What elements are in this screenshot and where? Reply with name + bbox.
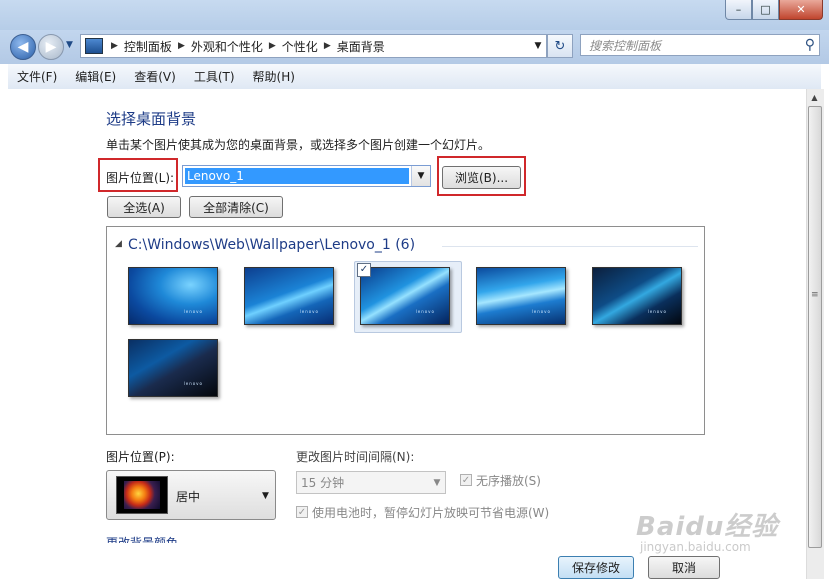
picture-location-select[interactable]: Lenovo_1 ▼ xyxy=(182,165,431,187)
baidu-watermark: Baidu经验 xyxy=(636,512,779,542)
scroll-up-icon[interactable]: ▲ xyxy=(806,89,823,106)
group-divider xyxy=(442,246,698,247)
menu-file[interactable]: 文件(F) xyxy=(8,68,66,85)
shuffle-label: 无序播放(S) xyxy=(476,474,541,488)
refresh-icon: ↻ xyxy=(554,38,566,54)
arrow-right-icon: ▶ xyxy=(45,39,57,55)
wallpaper-logo-text: lenovo xyxy=(183,309,203,314)
picture-position-value: 居中 xyxy=(176,490,201,504)
battery-pause-label: 使用电池时，暂停幻灯片放映可节省电源(W) xyxy=(312,506,550,520)
highlight-box-browse xyxy=(437,156,526,196)
chevron-down-icon[interactable]: ▼ xyxy=(429,478,445,488)
forward-button[interactable]: ▶ xyxy=(38,34,64,60)
watermark-url: jingyan.baidu.com xyxy=(640,540,751,554)
wallpaper-logo-text: lenovo xyxy=(647,309,667,314)
change-background-color-link[interactable]: 更改背景颜色 xyxy=(106,536,178,543)
refresh-button[interactable]: ↻ xyxy=(547,34,573,58)
interval-value: 15 分钟 xyxy=(301,476,345,490)
chevron-down-icon[interactable]: ▼ xyxy=(262,491,269,501)
address-dropdown-icon[interactable]: ▼ xyxy=(530,41,546,51)
menu-tools[interactable]: 工具(T) xyxy=(185,68,244,85)
recent-pages-dropdown[interactable]: ▼ xyxy=(66,40,73,50)
chevron-down-icon[interactable]: ▼ xyxy=(411,166,430,186)
save-changes-button[interactable]: 保存修改 xyxy=(558,556,634,579)
breadcrumb-desktop-background[interactable]: 桌面背景 xyxy=(333,38,389,55)
title-bar xyxy=(0,0,829,30)
highlight-box-location xyxy=(98,158,178,192)
chevron-right-icon[interactable]: ▶ xyxy=(267,41,278,51)
close-button[interactable]: ✕ xyxy=(779,0,823,20)
interval-select[interactable]: 15 分钟 ▼ xyxy=(296,471,446,494)
breadcrumb-personalization[interactable]: 个性化 xyxy=(278,38,322,55)
flower-preview-image xyxy=(124,481,160,509)
clear-all-button[interactable]: 全部清除(C) xyxy=(189,196,283,218)
back-button[interactable]: ◀ xyxy=(10,34,36,60)
maximize-button[interactable]: □ xyxy=(752,0,779,20)
page-description: 单击某个图片使其成为您的桌面背景，或选择多个图片创建一个幻灯片。 xyxy=(106,138,491,152)
wallpaper-thumbnail-4[interactable]: lenovo xyxy=(476,267,566,325)
cancel-button[interactable]: 取消 xyxy=(648,556,720,579)
wallpaper-thumbnail-2[interactable]: lenovo xyxy=(244,267,334,325)
breadcrumb-control-panel[interactable]: 控制面板 xyxy=(120,38,176,55)
page-title: 选择桌面背景 xyxy=(106,110,197,128)
scrollbar-grip-icon: ≡ xyxy=(811,290,819,300)
wallpaper-thumbnail-6[interactable]: lenovo xyxy=(128,339,218,397)
address-bar[interactable]: ▶ 控制面板 ▶ 外观和个性化 ▶ 个性化 ▶ 桌面背景 ▼ xyxy=(80,34,547,58)
chevron-right-icon[interactable]: ▶ xyxy=(109,41,120,51)
interval-label: 更改图片时间间隔(N): xyxy=(296,450,415,464)
breadcrumb-appearance[interactable]: 外观和个性化 xyxy=(187,38,267,55)
chevron-right-icon[interactable]: ▶ xyxy=(176,41,187,51)
wallpaper-logo-text: lenovo xyxy=(531,309,551,314)
wallpaper-logo-text: lenovo xyxy=(415,309,435,314)
chevron-right-icon[interactable]: ▶ xyxy=(322,41,333,51)
wallpaper-group-title[interactable]: C:\Windows\Web\Wallpaper\Lenovo_1 (6) xyxy=(128,237,415,253)
caption-buttons: – □ ✕ xyxy=(725,0,823,20)
wallpaper-logo-text: lenovo xyxy=(299,309,319,314)
wallpaper-thumbnail-5[interactable]: lenovo xyxy=(592,267,682,325)
picture-location-value: Lenovo_1 xyxy=(185,168,409,184)
wallpaper-thumbnail-3[interactable]: lenovo xyxy=(360,267,450,325)
search-input[interactable]: 搜索控制面板 xyxy=(580,34,820,56)
menu-view[interactable]: 查看(V) xyxy=(125,68,185,85)
shuffle-checkbox[interactable]: ✓ xyxy=(460,474,472,486)
select-all-button[interactable]: 全选(A) xyxy=(107,196,181,218)
control-panel-icon xyxy=(85,38,103,54)
minimize-button[interactable]: – xyxy=(725,0,752,20)
chevron-down-icon: ▼ xyxy=(66,40,73,50)
search-icon[interactable]: ⚲ xyxy=(805,37,815,53)
menu-help[interactable]: 帮助(H) xyxy=(244,68,304,85)
wallpaper-logo-text: lenovo xyxy=(183,381,203,386)
menu-bar: 文件(F) 编辑(E) 查看(V) 工具(T) 帮助(H) xyxy=(8,64,821,90)
picture-position-label: 图片位置(P): xyxy=(106,450,175,464)
battery-pause-checkbox[interactable]: ✓ xyxy=(296,506,308,518)
collapse-group-icon[interactable]: ◢ xyxy=(115,239,122,249)
menu-edit[interactable]: 编辑(E) xyxy=(66,68,125,85)
wallpaper-thumbnail-1[interactable]: lenovo xyxy=(128,267,218,325)
wallpaper-checkbox-3[interactable]: ✓ xyxy=(357,263,371,277)
arrow-left-icon: ◀ xyxy=(17,39,29,55)
scrollbar-thumb[interactable] xyxy=(808,106,822,548)
